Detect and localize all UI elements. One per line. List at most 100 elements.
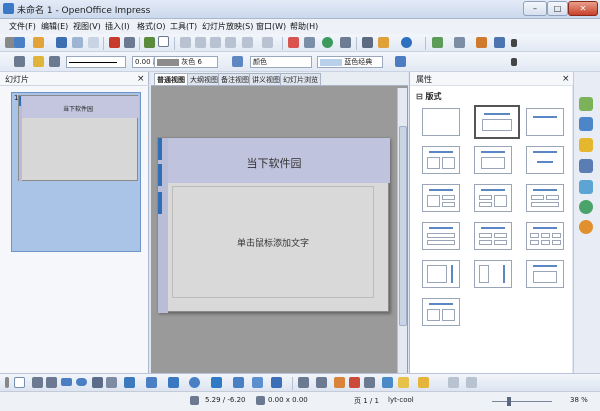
layout-vertical-title-text[interactable] bbox=[422, 260, 460, 288]
shadow-toggle-icon[interactable] bbox=[466, 377, 477, 388]
tab-slide-sorter[interactable]: 幻灯片浏览 bbox=[280, 73, 321, 86]
layout-title-vertical-text[interactable] bbox=[526, 260, 564, 288]
slides-pane-close-icon[interactable]: × bbox=[137, 74, 145, 84]
gallery-deck-icon[interactable] bbox=[579, 200, 593, 214]
master-pages-icon[interactable] bbox=[579, 117, 593, 131]
menu-help[interactable]: 帮助(H) bbox=[290, 21, 318, 32]
edit-file-icon[interactable] bbox=[88, 37, 99, 48]
line-color-select[interactable]: 灰色 6 bbox=[154, 56, 218, 68]
layout-blank[interactable] bbox=[422, 108, 460, 136]
tab-normal[interactable]: 普通视图 bbox=[154, 73, 188, 86]
menu-slideshow[interactable]: 幻灯片放映(S) bbox=[202, 21, 253, 32]
layout-title-content[interactable] bbox=[474, 146, 512, 174]
layout-title-only[interactable] bbox=[526, 108, 564, 136]
zoom-slider-thumb[interactable] bbox=[507, 397, 511, 406]
globe-icon[interactable] bbox=[322, 37, 333, 48]
gallery-icon[interactable] bbox=[349, 377, 360, 388]
slide-title[interactable]: 当下软件园 bbox=[158, 155, 390, 171]
from-file-icon[interactable] bbox=[334, 377, 345, 388]
slide-design-icon[interactable] bbox=[476, 37, 487, 48]
line-icon[interactable] bbox=[33, 56, 44, 67]
slide-canvas[interactable]: 当下软件园 单击鼠标添加文字 bbox=[157, 137, 390, 313]
select-arrow-icon[interactable] bbox=[14, 377, 25, 388]
arrow-line-icon[interactable] bbox=[46, 377, 57, 388]
layout-title-content-over-content[interactable] bbox=[422, 222, 460, 250]
slide-body-placeholder[interactable]: 单击鼠标添加文字 bbox=[172, 186, 374, 298]
callouts-icon[interactable] bbox=[252, 377, 263, 388]
chart-icon[interactable] bbox=[288, 37, 299, 48]
points-icon[interactable] bbox=[298, 377, 309, 388]
basic-shapes-icon[interactable] bbox=[168, 377, 179, 388]
spellcheck-icon[interactable] bbox=[144, 37, 155, 48]
layout-title-content-selected[interactable] bbox=[474, 105, 520, 139]
stars-icon[interactable] bbox=[271, 377, 282, 388]
styles-icon[interactable] bbox=[14, 56, 25, 67]
zoom-slider[interactable] bbox=[492, 401, 552, 402]
menu-insert[interactable]: 插入(I) bbox=[105, 21, 130, 32]
layouts-section-header[interactable]: ⊟ 版式 bbox=[416, 91, 442, 102]
vertical-scrollbar[interactable] bbox=[397, 88, 407, 373]
tab-outline[interactable]: 大纲视图 bbox=[187, 73, 221, 86]
flowchart-icon[interactable] bbox=[233, 377, 244, 388]
properties-deck-icon[interactable] bbox=[579, 97, 593, 111]
arrow-style-icon[interactable] bbox=[49, 56, 60, 67]
fontwork-icon[interactable] bbox=[106, 377, 117, 388]
menu-tools[interactable]: 工具(T) bbox=[170, 21, 197, 32]
slide-thumbnail[interactable]: 当下软件园 bbox=[18, 95, 139, 182]
block-arrows-icon[interactable] bbox=[211, 377, 222, 388]
line-tool-icon[interactable] bbox=[32, 377, 43, 388]
menu-window[interactable]: 窗口(W) bbox=[256, 21, 286, 32]
gallery-icon[interactable] bbox=[378, 37, 389, 48]
toolbar-more-icon[interactable] bbox=[511, 39, 517, 47]
email-icon[interactable] bbox=[72, 37, 83, 48]
clone-format-icon[interactable] bbox=[225, 37, 236, 48]
toggle-extrusion-icon[interactable] bbox=[448, 377, 459, 388]
menu-format[interactable]: 格式(O) bbox=[137, 21, 166, 32]
grid-icon[interactable] bbox=[340, 37, 351, 48]
undo-icon[interactable] bbox=[242, 37, 253, 48]
layout-vertical-title-chart[interactable] bbox=[474, 260, 512, 288]
layout-title-vertical-2text[interactable] bbox=[422, 298, 460, 326]
menu-file[interactable]: 文件(F) bbox=[9, 21, 36, 32]
shadow-icon[interactable] bbox=[395, 56, 406, 67]
layout-title-content-2content[interactable] bbox=[422, 184, 460, 212]
text-icon[interactable] bbox=[92, 377, 103, 388]
tab-handout[interactable]: 讲义视图 bbox=[249, 73, 283, 86]
slide-show-icon[interactable] bbox=[494, 37, 505, 48]
layout-title-6content[interactable] bbox=[526, 222, 564, 250]
custom-animation-icon[interactable] bbox=[579, 138, 593, 152]
open-folder-icon[interactable] bbox=[33, 37, 44, 48]
layout-title-2content-over[interactable] bbox=[526, 184, 564, 212]
connector-icon[interactable] bbox=[146, 377, 157, 388]
table-icon[interactable] bbox=[304, 37, 315, 48]
menu-edit[interactable]: 编辑(E) bbox=[41, 21, 68, 32]
area-color-select[interactable]: 蓝色经典 bbox=[317, 56, 383, 68]
styles-deck-icon[interactable] bbox=[579, 180, 593, 194]
paste-icon[interactable] bbox=[210, 37, 221, 48]
display-views-icon[interactable] bbox=[432, 37, 443, 48]
area-icon[interactable] bbox=[232, 56, 243, 67]
symbol-shapes-icon[interactable] bbox=[189, 377, 200, 388]
maximize-button[interactable]: □ bbox=[547, 1, 568, 16]
alignment-icon[interactable] bbox=[382, 377, 393, 388]
scrollbar-thumb[interactable] bbox=[399, 126, 407, 326]
layout-title-4content[interactable] bbox=[474, 184, 512, 212]
extrusion-icon[interactable] bbox=[418, 377, 429, 388]
copy-icon[interactable] bbox=[195, 37, 206, 48]
export-pdf-icon[interactable] bbox=[109, 37, 120, 48]
minimize-button[interactable]: – bbox=[523, 1, 547, 16]
print-icon[interactable] bbox=[124, 37, 135, 48]
properties-close-icon[interactable]: × bbox=[562, 74, 570, 84]
navigator-deck-icon[interactable] bbox=[579, 220, 593, 234]
ellipse-icon[interactable] bbox=[76, 378, 87, 386]
new-doc-icon[interactable] bbox=[14, 37, 25, 48]
cut-icon[interactable] bbox=[180, 37, 191, 48]
arrange-icon[interactable] bbox=[398, 377, 409, 388]
tab-notes[interactable]: 备注视图 bbox=[218, 73, 252, 86]
toolbar-more-icon[interactable] bbox=[511, 58, 517, 66]
slide-layout-icon[interactable] bbox=[454, 37, 465, 48]
menu-view[interactable]: 视图(V) bbox=[73, 21, 101, 32]
navigator-icon[interactable] bbox=[362, 37, 373, 48]
rotate-icon[interactable] bbox=[364, 377, 375, 388]
close-button[interactable]: ✕ bbox=[568, 1, 598, 16]
